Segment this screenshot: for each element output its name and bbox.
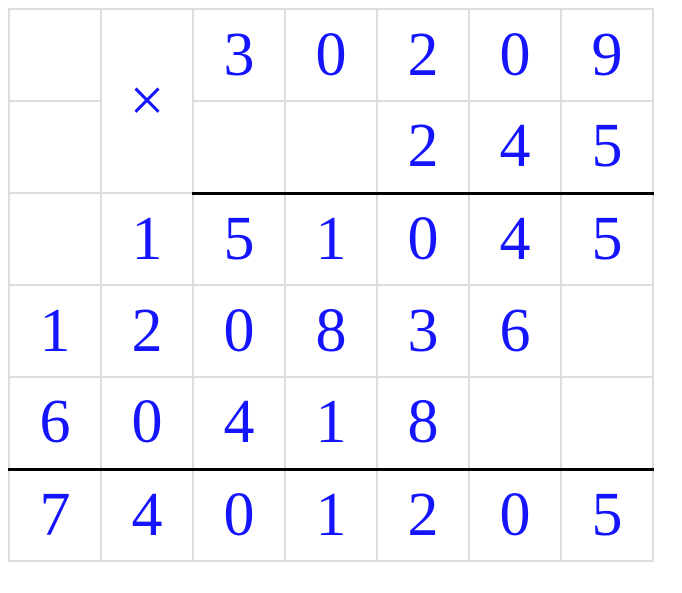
partial-digit — [561, 285, 653, 377]
partial-digit: 8 — [377, 377, 469, 469]
partial-digit: 0 — [377, 193, 469, 285]
partial-digit: 4 — [469, 193, 561, 285]
multiplicand-digit: 0 — [285, 9, 377, 101]
multiplier-digit — [193, 101, 285, 193]
partial-row-0: 1 5 1 0 4 5 — [9, 193, 653, 285]
blank-cell — [9, 101, 101, 193]
partial-digit: 6 — [9, 377, 101, 469]
partial-digit — [469, 377, 561, 469]
multiplier-digit: 2 — [377, 101, 469, 193]
blank-cell — [9, 9, 101, 101]
partial-digit: 5 — [193, 193, 285, 285]
long-multiplication-grid: × 3 0 2 0 9 2 4 5 1 5 1 0 4 5 1 2 0 8 3 … — [8, 8, 654, 562]
result-digit: 1 — [285, 469, 377, 561]
result-digit: 5 — [561, 469, 653, 561]
partial-digit: 4 — [193, 377, 285, 469]
partial-row-1: 1 2 0 8 3 6 — [9, 285, 653, 377]
partial-digit: 3 — [377, 285, 469, 377]
multiplicand-digit: 9 — [561, 9, 653, 101]
partial-digit: 1 — [101, 193, 193, 285]
partial-row-2: 6 0 4 1 8 — [9, 377, 653, 469]
multiplicand-digit: 3 — [193, 9, 285, 101]
partial-digit: 1 — [285, 193, 377, 285]
multiplicand-row: × 3 0 2 0 9 — [9, 9, 653, 101]
partial-digit: 6 — [469, 285, 561, 377]
operator-cell: × — [101, 9, 193, 193]
result-digit: 2 — [377, 469, 469, 561]
multiplier-digit — [285, 101, 377, 193]
partial-digit: 1 — [9, 285, 101, 377]
result-digit: 4 — [101, 469, 193, 561]
result-digit: 0 — [193, 469, 285, 561]
multiplicand-digit: 2 — [377, 9, 469, 101]
partial-digit: 5 — [561, 193, 653, 285]
multiplicand-digit: 0 — [469, 9, 561, 101]
partial-digit: 1 — [285, 377, 377, 469]
result-digit: 0 — [469, 469, 561, 561]
partial-digit: 0 — [101, 377, 193, 469]
multiplier-digit: 4 — [469, 101, 561, 193]
partial-digit: 8 — [285, 285, 377, 377]
result-row: 7 4 0 1 2 0 5 — [9, 469, 653, 561]
multiplier-digit: 5 — [561, 101, 653, 193]
partial-digit: 2 — [101, 285, 193, 377]
partial-digit — [561, 377, 653, 469]
partial-digit — [9, 193, 101, 285]
result-digit: 7 — [9, 469, 101, 561]
partial-digit: 0 — [193, 285, 285, 377]
